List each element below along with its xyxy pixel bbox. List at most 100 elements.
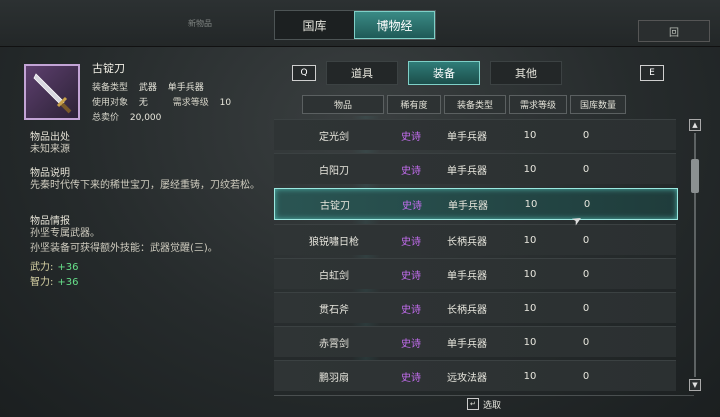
- enter-key-icon: ↵: [466, 398, 479, 410]
- row-level: 10: [523, 370, 537, 382]
- row-name: 白虹剑: [319, 270, 349, 282]
- row-qty: 0: [582, 302, 590, 314]
- bonus-intellect-label: 智力:: [30, 277, 54, 288]
- row-qty: 0: [582, 234, 590, 246]
- info-line-1: 孙坚专属武器。: [30, 228, 100, 239]
- row-name: 古锭刀: [320, 200, 350, 212]
- row-type: 单手兵器: [447, 131, 487, 143]
- row-type: 单手兵器: [448, 200, 488, 212]
- row-qty: 0: [582, 129, 590, 141]
- col-rarity[interactable]: 稀有度: [387, 95, 441, 114]
- price-label: 总卖价: [92, 113, 120, 123]
- tab-other[interactable]: 其他: [490, 61, 562, 85]
- equip-type-line: 装备类型 武器 单手兵器: [92, 80, 204, 93]
- row-name: 贯石斧: [319, 304, 349, 316]
- row-type: 长柄兵器: [447, 236, 487, 248]
- row-qty: 0: [583, 198, 591, 210]
- row-rarity: 史诗: [401, 270, 421, 282]
- row-type: 长柄兵器: [447, 304, 487, 316]
- row-name: 狼锐嘯日枪: [309, 236, 359, 248]
- bonus-intellect-value: +36: [57, 277, 79, 288]
- row-rarity: 史诗: [401, 236, 421, 248]
- row-level: 10: [523, 234, 537, 246]
- table-row[interactable]: 鹏羽扇 史诗 远攻法器 10 0: [274, 360, 676, 391]
- req-level-label: 需求等级: [172, 98, 209, 108]
- row-rarity: 史诗: [401, 131, 421, 143]
- row-type: 远攻法器: [447, 372, 487, 384]
- equip-sub-value: 单手兵器: [167, 83, 204, 93]
- origin-title: 物品出处: [30, 132, 70, 143]
- item-name: 古锭刀: [92, 62, 125, 75]
- row-name: 鹏羽扇: [319, 372, 349, 384]
- key-e-button[interactable]: E: [640, 65, 664, 81]
- price-value: 20,000: [129, 113, 162, 123]
- bonus-strength: 武力: +36: [30, 258, 78, 273]
- table-row[interactable]: 定光剑 史诗 单手兵器 10 0: [274, 119, 676, 150]
- req-level-value: 10: [219, 98, 232, 108]
- row-level: 10: [523, 302, 537, 314]
- tab-museum[interactable]: 博物经: [354, 11, 435, 39]
- table-row[interactable]: 狼锐嘯日枪 史诗 长柄兵器 10 0: [274, 224, 676, 255]
- user-value: 无: [138, 98, 148, 108]
- row-name: 白阳刀: [319, 165, 349, 177]
- table-row[interactable]: 白阳刀 史诗 单手兵器 10 0: [274, 153, 676, 184]
- row-level: 10: [523, 129, 537, 141]
- desc-text: 先秦时代传下来的稀世宝刀，屡经重铸，刀纹若松。: [30, 180, 260, 191]
- row-level: 10: [523, 163, 537, 175]
- desc-title: 物品说明: [30, 168, 70, 179]
- scroll-thumb[interactable]: [691, 159, 699, 193]
- row-qty: 0: [582, 336, 590, 348]
- row-rarity: 史诗: [401, 304, 421, 316]
- equip-type-value: 武器: [138, 83, 157, 93]
- select-action-label[interactable]: 选取: [483, 398, 501, 411]
- key-q-button[interactable]: Q: [292, 65, 316, 81]
- top-bar: 新物品 国库 博物经 回: [0, 0, 720, 47]
- row-rarity: 史诗: [402, 200, 422, 212]
- row-rarity: 史诗: [401, 372, 421, 384]
- top-tab-group: 国库 博物经: [274, 10, 436, 40]
- bonus-intellect: 智力: +36: [30, 273, 78, 288]
- row-qty: 0: [582, 370, 590, 382]
- scroll-up-icon[interactable]: ▲: [689, 119, 701, 131]
- tab-equipment[interactable]: 装备: [408, 61, 480, 85]
- row-type: 单手兵器: [447, 270, 487, 282]
- scroll-down-icon[interactable]: ▼: [689, 379, 701, 391]
- list-scrollbar[interactable]: ▲ ▼: [689, 119, 701, 391]
- bonus-strength-label: 武力:: [30, 262, 54, 273]
- tab-items[interactable]: 道具: [326, 61, 398, 85]
- col-stock-qty[interactable]: 国库数量: [570, 95, 626, 114]
- row-rarity: 史诗: [401, 338, 421, 350]
- price-line: 总卖价 20,000: [92, 110, 161, 123]
- row-type: 单手兵器: [447, 338, 487, 350]
- row-qty: 0: [582, 268, 590, 280]
- row-type: 单手兵器: [447, 165, 487, 177]
- tab-treasury[interactable]: 国库: [275, 11, 354, 39]
- sub-tab-group: 道具 装备 其他: [326, 61, 626, 85]
- table-row-selected[interactable]: 古锭刀 史诗 单手兵器 10 0: [274, 188, 678, 220]
- column-headers: 物品 稀有度 装备类型 需求等级 国库数量: [302, 95, 629, 114]
- row-rarity: 史诗: [401, 165, 421, 177]
- table-row[interactable]: 贯石斧 史诗 长柄兵器 10 0: [274, 292, 676, 323]
- table-row[interactable]: 白虹剑 史诗 单手兵器 10 0: [274, 258, 676, 289]
- sword-icon: [24, 64, 80, 120]
- info-title: 物品情报: [30, 216, 70, 227]
- row-qty: 0: [582, 163, 590, 175]
- game-logo: 回: [638, 20, 710, 42]
- row-name: 赤霄剑: [319, 338, 349, 350]
- table-row[interactable]: 赤霄剑 史诗 单手兵器 10 0: [274, 326, 676, 357]
- top-deco-text: 新物品: [188, 19, 212, 28]
- col-equip-type[interactable]: 装备类型: [444, 95, 506, 114]
- user-label: 使用对象: [92, 98, 129, 108]
- bonus-strength-value: +36: [57, 262, 79, 273]
- info-line-2: 孙坚装备可获得额外技能：武器觉醒(三)。: [30, 243, 218, 254]
- user-line: 使用对象 无 需求等级 10: [92, 95, 231, 108]
- equip-type-label: 装备类型: [92, 83, 129, 93]
- col-req-level[interactable]: 需求等级: [509, 95, 567, 114]
- origin-text: 未知来源: [30, 144, 70, 155]
- row-level: 10: [523, 336, 537, 348]
- col-item[interactable]: 物品: [302, 95, 384, 114]
- row-level: 10: [523, 268, 537, 280]
- bottom-action-bar: ↵ 选取: [274, 395, 694, 412]
- row-name: 定光剑: [319, 131, 349, 143]
- row-level: 10: [524, 198, 538, 210]
